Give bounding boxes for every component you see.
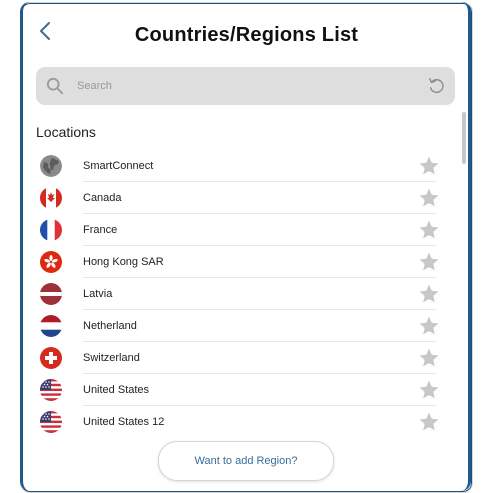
flag-hong-kong-icon [40, 251, 62, 273]
flag-netherlands-icon [40, 315, 62, 337]
location-name: Netherland [83, 320, 137, 332]
favorite-star-icon[interactable] [418, 187, 440, 209]
location-name: Switzerland [83, 352, 140, 364]
search-input[interactable] [75, 79, 427, 93]
favorite-star-icon[interactable] [418, 315, 440, 337]
flag-latvia-icon [40, 283, 62, 305]
location-name: SmartConnect [83, 160, 154, 172]
location-row[interactable]: United States [36, 374, 440, 406]
favorite-star-icon[interactable] [418, 251, 440, 273]
flag-united-states-icon [40, 411, 62, 433]
favorite-star-icon[interactable] [418, 283, 440, 305]
locations-heading: Locations [36, 124, 96, 140]
location-name: France [83, 224, 118, 236]
search-bar[interactable] [36, 67, 455, 105]
location-row[interactable]: France [36, 214, 440, 246]
location-row[interactable]: Canada [36, 182, 440, 214]
flag-france-icon [40, 219, 62, 241]
search-icon [46, 77, 64, 95]
refresh-icon[interactable] [427, 77, 445, 95]
location-name: Canada [83, 192, 122, 204]
add-region-button[interactable]: Want to add Region? [158, 441, 334, 481]
location-row[interactable]: Switzerland [36, 342, 440, 374]
location-name: Hong Kong SAR [83, 256, 164, 268]
flag-united-states-icon [40, 379, 62, 401]
favorite-star-icon[interactable] [418, 379, 440, 401]
location-row[interactable]: United States 12 [36, 406, 440, 434]
flag-canada-icon [40, 187, 62, 209]
location-row[interactable]: SmartConnect [36, 150, 440, 182]
favorite-star-icon[interactable] [418, 411, 440, 433]
favorite-star-icon[interactable] [418, 155, 440, 177]
location-row[interactable]: Latvia [36, 278, 440, 310]
location-row[interactable]: Netherland [36, 310, 440, 342]
location-name: United States 12 [83, 416, 165, 428]
location-name: United States [83, 384, 150, 396]
globe-icon [40, 155, 62, 177]
favorite-star-icon[interactable] [418, 347, 440, 369]
location-row[interactable]: Hong Kong SAR [36, 246, 440, 278]
locations-list: SmartConnect Canada France Hong Kong SAR Lat… [36, 150, 440, 434]
favorite-star-icon[interactable] [418, 219, 440, 241]
page-title: Countries/Regions List [134, 24, 359, 46]
location-name: Latvia [83, 288, 113, 300]
flag-switzerland-icon [40, 347, 62, 369]
list-scrollbar[interactable] [462, 112, 466, 164]
